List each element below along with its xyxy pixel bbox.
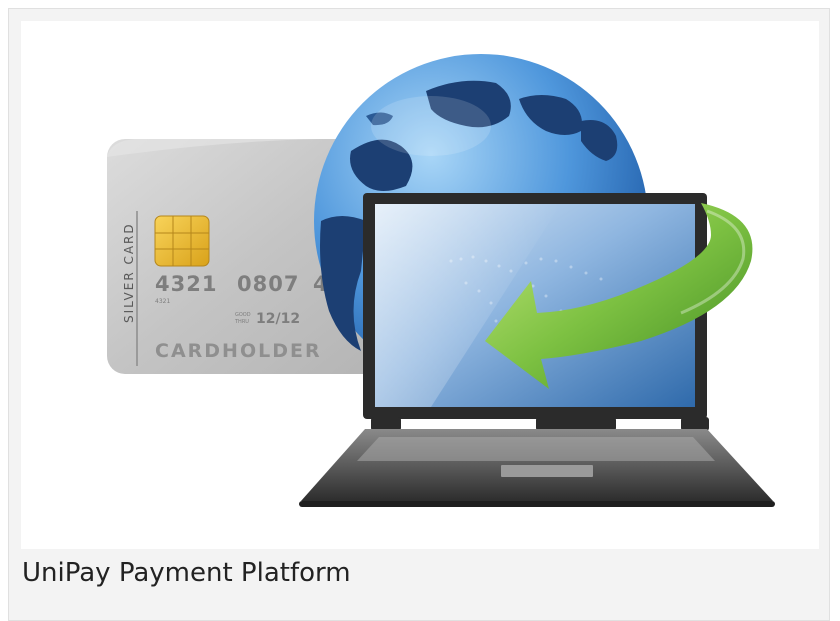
- card-thru-label: THRU: [234, 319, 249, 325]
- card-number-group-2: 0807: [237, 272, 299, 296]
- card-holder-name: CARDHOLDER: [155, 340, 322, 362]
- card-good-label: GOOD: [235, 312, 251, 318]
- platform-title[interactable]: UniPay Payment Platform: [22, 558, 351, 588]
- payment-illustration: SILVER CARD 4321 0807 4 4321 GOOD THRU 1…: [107, 54, 775, 507]
- card-number-group-1: 4321: [155, 272, 217, 296]
- card-type-label: SILVER CARD: [122, 222, 136, 323]
- platform-tile[interactable]: SILVER CARD 4321 0807 4 4321 GOOD THRU 1…: [8, 8, 830, 621]
- card-chip-icon: [154, 215, 210, 267]
- card-small-number: 4321: [155, 298, 170, 305]
- card-expiry: 12/12: [256, 311, 300, 327]
- platform-illustration[interactable]: SILVER CARD 4321 0807 4 4321 GOOD THRU 1…: [21, 21, 819, 549]
